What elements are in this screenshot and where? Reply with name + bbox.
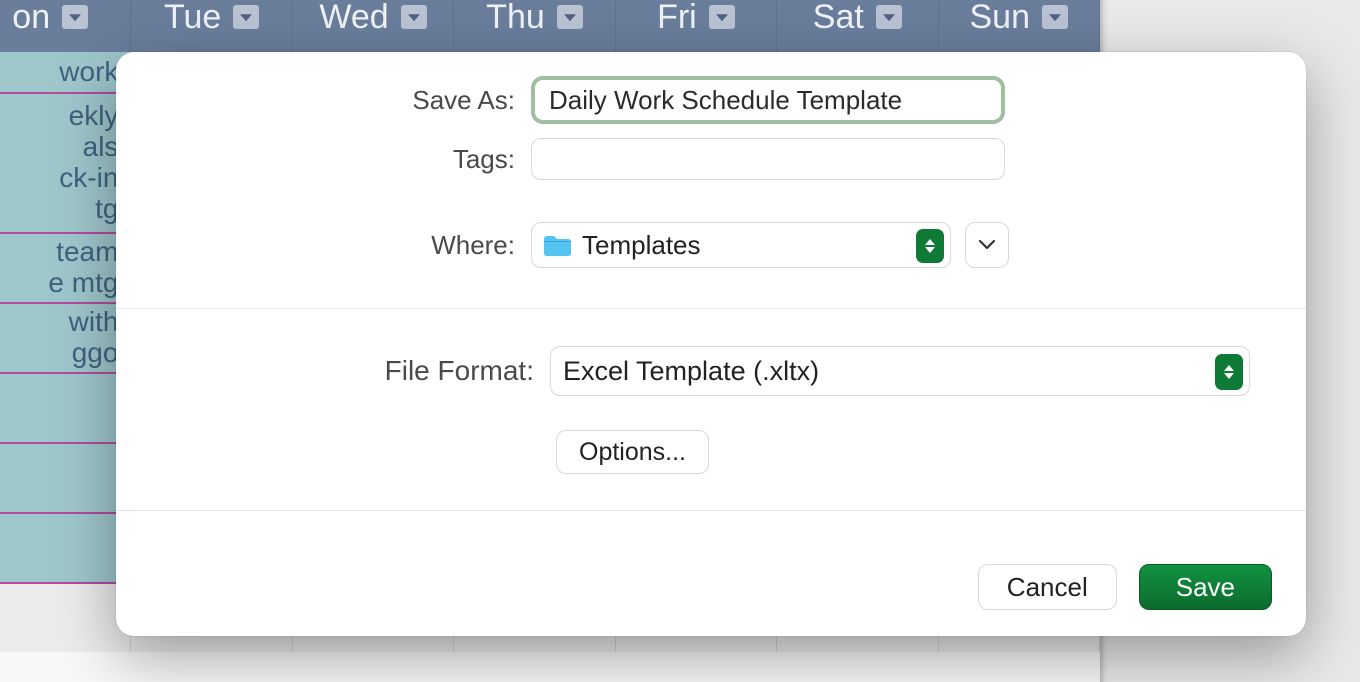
calendar-cell[interactable]	[0, 444, 131, 512]
up-down-icon	[916, 229, 944, 263]
day-header-cell: Wed	[293, 0, 454, 52]
day-label: on	[12, 0, 50, 37]
chevron-down-icon[interactable]	[876, 5, 902, 29]
day-label: Sun	[969, 0, 1030, 37]
save-as-label: Save As:	[116, 85, 531, 116]
dialog-footer: Cancel Save	[978, 564, 1272, 610]
where-row: Where: Templates	[116, 222, 1306, 268]
expand-button[interactable]	[965, 222, 1009, 268]
calendar-cell[interactable]: team e mtg	[0, 234, 131, 302]
calendar-cell[interactable]	[0, 514, 131, 582]
day-label: Tue	[164, 0, 221, 37]
where-select[interactable]: Templates	[531, 222, 951, 268]
calendar-cell[interactable]	[0, 584, 131, 652]
tags-label: Tags:	[116, 144, 531, 175]
cancel-label: Cancel	[1007, 572, 1088, 603]
divider	[116, 510, 1306, 511]
day-header-cell: Tue	[131, 0, 292, 52]
tags-input[interactable]	[531, 138, 1005, 180]
chevron-down-icon[interactable]	[557, 5, 583, 29]
save-as-input[interactable]	[531, 76, 1005, 124]
calendar-cell[interactable]	[0, 374, 131, 442]
day-header-cell: Sat	[777, 0, 938, 52]
day-header-cell: on	[0, 0, 131, 52]
day-label: Fri	[657, 0, 697, 37]
file-format-row: File Format: Excel Template (.xltx)	[116, 346, 1306, 396]
day-label: Thu	[486, 0, 545, 37]
day-header-cell: Fri	[616, 0, 777, 52]
folder-icon	[542, 233, 572, 257]
options-label: Options...	[579, 438, 686, 467]
save-dialog: Save As: Tags: Where: Templates File For…	[116, 52, 1306, 636]
calendar-day-header: on Tue Wed Thu Fri Sat Sun	[0, 0, 1100, 52]
save-label: Save	[1176, 572, 1235, 603]
chevron-down-icon	[979, 240, 995, 250]
options-button[interactable]: Options...	[556, 430, 709, 474]
calendar-cell[interactable]: ekly als ck-in tg	[0, 94, 131, 232]
where-value: Templates	[582, 230, 701, 261]
file-format-select[interactable]: Excel Template (.xltx)	[550, 346, 1250, 396]
file-format-label: File Format:	[116, 355, 550, 387]
chevron-down-icon[interactable]	[1042, 5, 1068, 29]
divider	[116, 308, 1306, 309]
tags-row: Tags:	[116, 138, 1306, 180]
cancel-button[interactable]: Cancel	[978, 564, 1117, 610]
save-as-row: Save As:	[116, 76, 1306, 124]
where-label: Where:	[116, 230, 531, 261]
day-header-cell: Sun	[939, 0, 1100, 52]
calendar-cell[interactable]: with ggo	[0, 304, 131, 372]
save-button[interactable]: Save	[1139, 564, 1272, 610]
up-down-icon	[1215, 354, 1243, 390]
calendar-cell[interactable]: work	[0, 52, 131, 92]
chevron-down-icon[interactable]	[62, 5, 88, 29]
chevron-down-icon[interactable]	[233, 5, 259, 29]
chevron-down-icon[interactable]	[401, 5, 427, 29]
day-label: Sat	[813, 0, 864, 37]
file-format-value: Excel Template (.xltx)	[563, 356, 819, 387]
day-header-cell: Thu	[454, 0, 615, 52]
chevron-down-icon[interactable]	[709, 5, 735, 29]
day-label: Wed	[319, 0, 388, 37]
